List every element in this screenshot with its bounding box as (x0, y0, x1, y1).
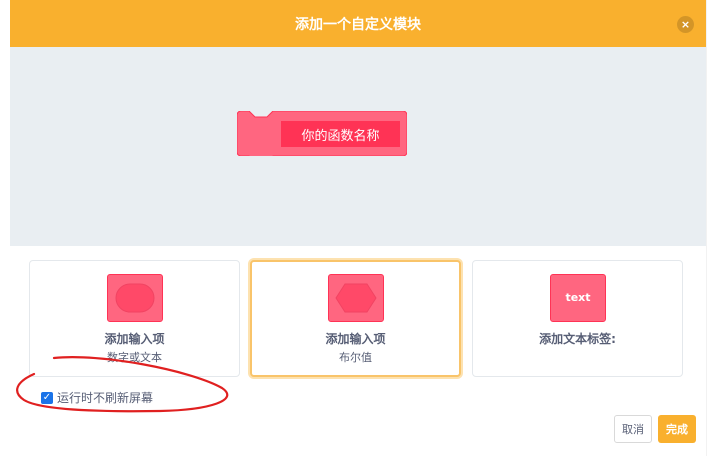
option-title: 添加文本标签: (539, 332, 616, 346)
boolean-input-icon (328, 274, 384, 322)
dialog-title: 添加一个自定义模块 (295, 16, 421, 33)
custom-block-dialog: 添加一个自定义模块 × 你的函数名称 添加输入项 数字或文本 添加输入项 布尔值… (10, 0, 706, 456)
add-text-label-option[interactable]: text 添加文本标签: (472, 260, 683, 377)
option-title: 添加输入项 (325, 332, 386, 346)
run-without-refresh-checkbox[interactable]: ✓ (41, 391, 53, 404)
close-button[interactable]: × (677, 16, 694, 33)
text-label-icon-text: text (565, 291, 591, 304)
block-preview-workspace: 你的函数名称 (10, 47, 706, 246)
dialog-header: 添加一个自定义模块 × (10, 0, 706, 47)
round-input-icon (107, 274, 163, 322)
block-name-text: 你的函数名称 (301, 128, 380, 144)
run-without-refresh-label: 运行时不刷新屏幕 (57, 391, 154, 405)
run-without-refresh-row[interactable]: ✓ 运行时不刷新屏幕 (41, 389, 153, 406)
option-title: 添加输入项 (104, 332, 165, 346)
add-boolean-input-option[interactable]: 添加输入项 布尔值 (250, 260, 461, 377)
text-label-icon: text (550, 274, 606, 322)
custom-block-preview[interactable]: 你的函数名称 (237, 111, 407, 156)
cancel-button[interactable]: 取消 (614, 415, 652, 443)
close-icon: × (680, 18, 691, 31)
block-name-input[interactable]: 你的函数名称 (281, 121, 400, 147)
checkmark-icon: ✓ (42, 392, 52, 403)
red-annotation-circle (16, 356, 229, 413)
option-subtitle: 布尔值 (339, 351, 372, 364)
ok-button[interactable]: 完成 (658, 415, 696, 443)
